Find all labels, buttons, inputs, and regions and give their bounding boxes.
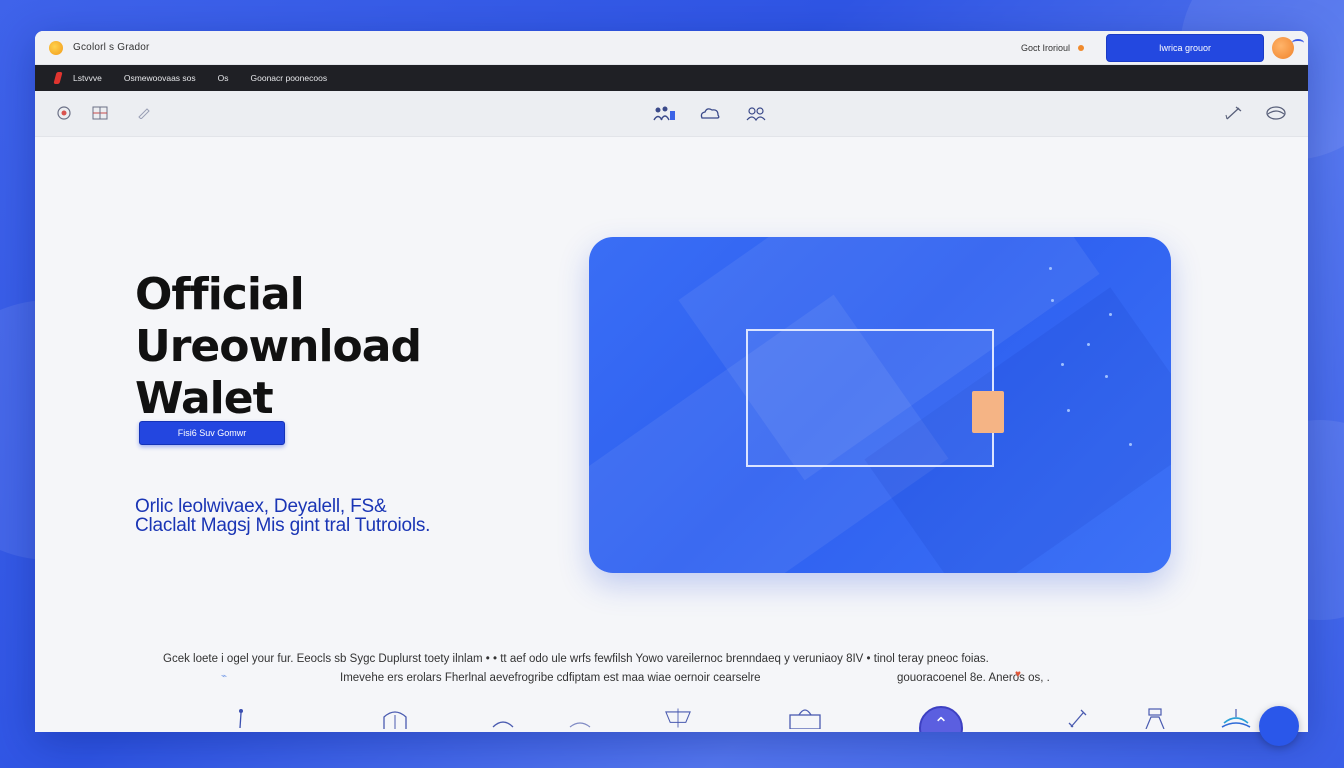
hero-title-line-1: Official <box>135 269 305 320</box>
home-icon[interactable] <box>382 707 408 729</box>
nav-item-3[interactable]: Os <box>218 73 229 83</box>
hero-title: Official Ureownload Walet <box>135 269 422 425</box>
floating-action-button[interactable] <box>1259 706 1299 746</box>
cloud-icon[interactable] <box>697 105 723 121</box>
pen-icon[interactable] <box>135 105 153 121</box>
chart-icon[interactable] <box>665 707 691 729</box>
wallet-frame-icon <box>746 329 994 467</box>
nav-item-4[interactable]: Goonacr poonecoos <box>251 73 328 83</box>
hero-subtitle: Orlic leolwivaex, Deyalell, FS& Claclalt… <box>135 497 430 535</box>
wallet-tab-icon <box>972 391 1004 433</box>
notification-dot-icon <box>1078 44 1084 51</box>
hero-title-line-2: Ureownload <box>135 321 422 372</box>
header-cta-button[interactable]: Iwrica grouor <box>1106 33 1264 62</box>
ship-icon[interactable] <box>1221 707 1251 729</box>
nav-item-2[interactable]: Osmewoovaas sos <box>124 73 196 83</box>
pin-icon[interactable] <box>228 707 254 729</box>
browser-window: Gcolorl s Grador Goct Irorioul Iwrica gr… <box>35 31 1308 732</box>
scroll-up-button[interactable]: ⌃ <box>919 706 963 732</box>
hero-subtitle-line-1: Orlic leolwivaex, Deyalell, FS& <box>135 496 387 517</box>
toolbar <box>35 91 1308 137</box>
logo-icon[interactable] <box>49 40 63 55</box>
headset-icon[interactable] <box>490 707 516 729</box>
signin-link[interactable]: Goct Irorioul <box>1021 43 1070 53</box>
hero-illustration-card <box>589 237 1171 573</box>
download-button[interactable]: Fisi6 Suv Gomwr <box>139 421 285 445</box>
avatar[interactable] <box>1272 36 1304 59</box>
header-actions: Goct Irorioul Iwrica grouor <box>1021 33 1304 62</box>
users-icon[interactable] <box>743 105 769 121</box>
bag-icon[interactable] <box>788 707 822 729</box>
footer-text-line-2b: gouoracoenel 8e. Aneros os, . <box>897 672 1050 684</box>
grid-icon[interactable] <box>91 105 109 121</box>
heart-icon: ♥ <box>1015 669 1021 680</box>
main-nav: Lstvvve Osmewoovaas sos Os Goonacr poone… <box>35 65 1308 91</box>
nav-item-1[interactable]: Lstvvve <box>73 73 102 83</box>
edit-icon[interactable] <box>1223 105 1245 121</box>
cup-icon[interactable] <box>567 707 593 729</box>
up-arrow-icon: ⌃ <box>933 714 949 732</box>
hero-subtitle-line-2: Claclalt Magsj Mis gint tral Tutroiols. <box>135 515 431 536</box>
hero-title-line-3: Walet <box>135 373 274 424</box>
team-icon[interactable] <box>651 105 677 121</box>
site-name[interactable]: Gcolorl s Grador <box>73 42 150 53</box>
tool-icon[interactable] <box>1065 707 1091 729</box>
target-icon[interactable] <box>55 105 73 121</box>
site-header: Gcolorl s Grador Goct Irorioul Iwrica gr… <box>35 31 1308 65</box>
link-icon: ⌁ <box>221 671 228 682</box>
footer-text-line-2a: Imevehe ers erolars Fherlnal aevefrogrib… <box>340 672 761 684</box>
globe-icon[interactable] <box>1264 105 1288 121</box>
brand-flag-icon <box>53 72 63 84</box>
person-icon[interactable] <box>1142 707 1168 729</box>
footer-text-line-1: Gcek loete i ogel your fur. Eeocls sb Sy… <box>163 653 989 665</box>
